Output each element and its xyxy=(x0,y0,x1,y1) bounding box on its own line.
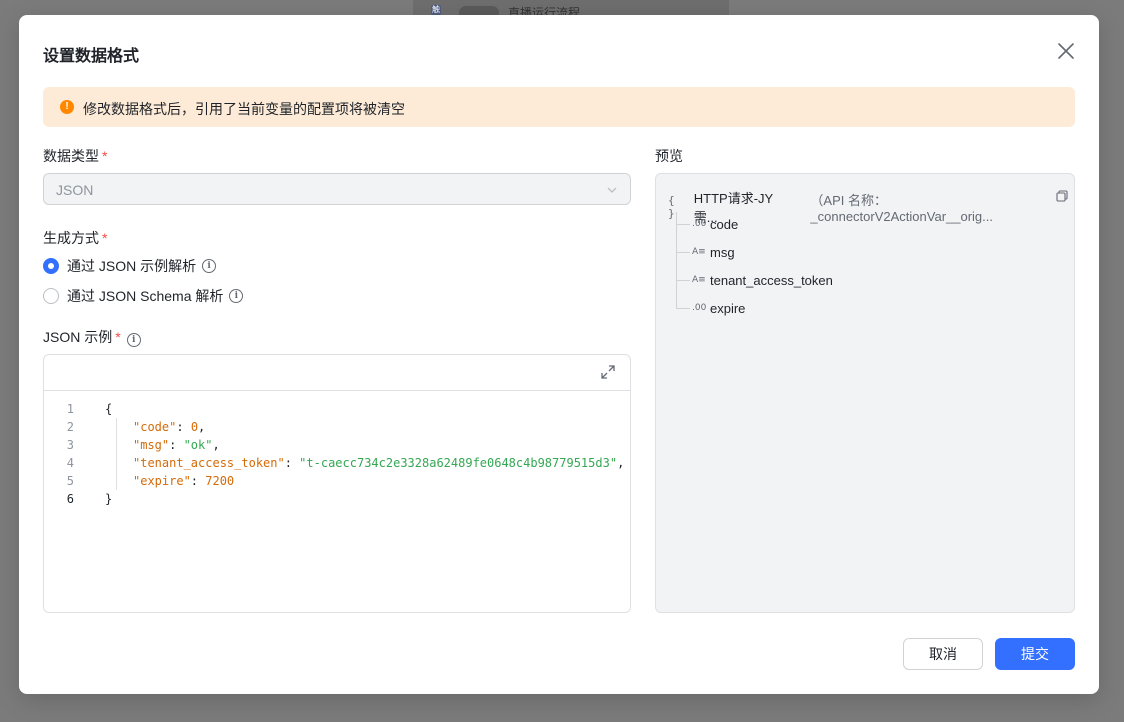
json-sep: : xyxy=(176,420,191,434)
json-value: 0 xyxy=(190,420,199,434)
editor-toolbar xyxy=(44,355,630,391)
root-api-name: （API 名称：_connectorV2ActionVar__orig... xyxy=(810,193,993,224)
close-button[interactable] xyxy=(1057,42,1075,60)
line-number: 1 xyxy=(66,402,74,416)
code-text: } xyxy=(105,492,113,506)
tree-branch xyxy=(676,223,690,225)
radio-button-checked[interactable] xyxy=(43,258,59,274)
code-line: 2 "code": 0, xyxy=(44,418,624,436)
line-number: 2 xyxy=(66,420,74,434)
radio-json-schema[interactable]: 通过 JSON Schema 解析 i xyxy=(43,286,244,306)
json-value: "t-caecc734c2e3328a62489fe0648c4b9877951… xyxy=(299,456,618,470)
radio-button[interactable] xyxy=(43,288,59,304)
field-name: msg xyxy=(710,244,735,260)
alert-text: 修改数据格式后，引用了当前变量的配置项将被清空 xyxy=(83,101,405,117)
required-mark: * xyxy=(102,230,108,246)
warning-alert: ! 修改数据格式后，引用了当前变量的配置项将被清空 xyxy=(43,87,1075,127)
submit-button[interactable]: 提交 xyxy=(995,638,1075,670)
json-value: "ok" xyxy=(183,438,213,452)
json-value: 7200 xyxy=(205,474,235,488)
json-sep: : xyxy=(169,438,184,452)
json-sep: : xyxy=(190,474,206,488)
code-line: 5 "expire": 7200 xyxy=(44,472,624,490)
line-number: 3 xyxy=(66,438,74,452)
data-type-label-text: 数据类型 xyxy=(43,148,99,164)
code-line: 1{ xyxy=(44,400,624,418)
tree-branch xyxy=(676,251,690,253)
json-example-label: JSON 示例 * i xyxy=(43,327,141,347)
code-line: 3 "msg": "ok", xyxy=(44,436,624,454)
json-trail: , xyxy=(212,438,220,452)
dialog-title: 设置数据格式 xyxy=(43,48,140,65)
preview-label: 预览 xyxy=(655,148,683,164)
background-page-hint: 触 直播运行流程 xyxy=(413,0,729,20)
json-key: "msg" xyxy=(133,438,170,452)
code-content[interactable]: 1{ 2 "code": 0, 3 "msg": "ok", 4 "tenant_ac… xyxy=(44,400,625,508)
json-key: "code" xyxy=(133,420,177,434)
copy-icon[interactable] xyxy=(1056,190,1068,202)
code-text: { xyxy=(105,402,113,416)
json-key: "expire" xyxy=(133,474,191,488)
tree-branch xyxy=(676,307,690,309)
json-key: "tenant_access_token" xyxy=(133,456,285,470)
field-name: expire xyxy=(710,300,746,316)
line-number: 6 xyxy=(66,492,74,506)
generate-method-label-text: 生成方式 xyxy=(43,230,99,246)
generate-method-label: 生成方式 * xyxy=(43,228,107,248)
expand-icon[interactable] xyxy=(601,365,615,379)
code-text: "expire": 7200 xyxy=(133,472,234,490)
info-icon[interactable]: i xyxy=(126,333,141,347)
tree-item: .00 expire xyxy=(676,298,745,318)
line-number: 4 xyxy=(66,456,74,470)
data-type-label: 数据类型 * xyxy=(43,146,107,166)
json-trail: , xyxy=(198,420,206,434)
data-format-dialog: 设置数据格式 ! 修改数据格式后，引用了当前变量的配置项将被清空 数据类型 * J… xyxy=(19,15,1099,694)
text-type-icon: A≡ xyxy=(692,275,706,285)
json-sep: : xyxy=(284,456,300,470)
chevron-down-icon xyxy=(607,187,617,193)
json-trail: , xyxy=(617,456,625,470)
json-code-editor[interactable]: 1{ 2 "code": 0, 3 "msg": "ok", 4 "tenant_ac… xyxy=(43,354,631,613)
close-icon xyxy=(1058,43,1074,59)
required-mark: * xyxy=(102,148,108,164)
data-type-value: JSON xyxy=(56,182,94,198)
field-name: code xyxy=(710,216,739,232)
cancel-button[interactable]: 取消 xyxy=(903,638,983,670)
json-example-label-text: JSON 示例 xyxy=(43,329,113,345)
warning-icon: ! xyxy=(60,100,74,114)
field-name: tenant_access_token xyxy=(710,272,833,288)
code-text: "msg": "ok", xyxy=(133,436,220,454)
code-line: 6} xyxy=(44,490,624,508)
info-icon[interactable]: i xyxy=(229,289,244,303)
number-type-icon: .00 xyxy=(692,303,707,313)
tree-item: A≡ tenant_access_token xyxy=(676,270,833,290)
radio-json-example[interactable]: 通过 JSON 示例解析 i xyxy=(43,256,217,276)
tree-item: .00 code xyxy=(676,214,738,234)
info-icon[interactable]: i xyxy=(202,259,217,273)
radio-label-json-example: 通过 JSON 示例解析 xyxy=(67,258,197,274)
code-text: "code": 0, xyxy=(133,418,205,436)
required-mark: * xyxy=(115,329,121,345)
number-type-icon: .00 xyxy=(692,219,707,229)
preview-panel: { } HTTP请求-JY需... （API 名称：_connectorV2Ac… xyxy=(655,173,1075,613)
tree-branch xyxy=(676,279,690,281)
code-line: 4 "tenant_access_token": "t-caecc734c2e33… xyxy=(44,454,625,472)
code-text: "tenant_access_token": "t-caecc734c2e332… xyxy=(133,454,624,472)
radio-label-json-schema: 通过 JSON Schema 解析 xyxy=(67,288,224,304)
tree-item: A≡ msg xyxy=(676,242,735,262)
text-type-icon: A≡ xyxy=(692,247,706,257)
data-type-select[interactable]: JSON xyxy=(43,173,631,205)
line-number: 5 xyxy=(66,474,74,488)
background-badge: 触 xyxy=(431,5,441,15)
